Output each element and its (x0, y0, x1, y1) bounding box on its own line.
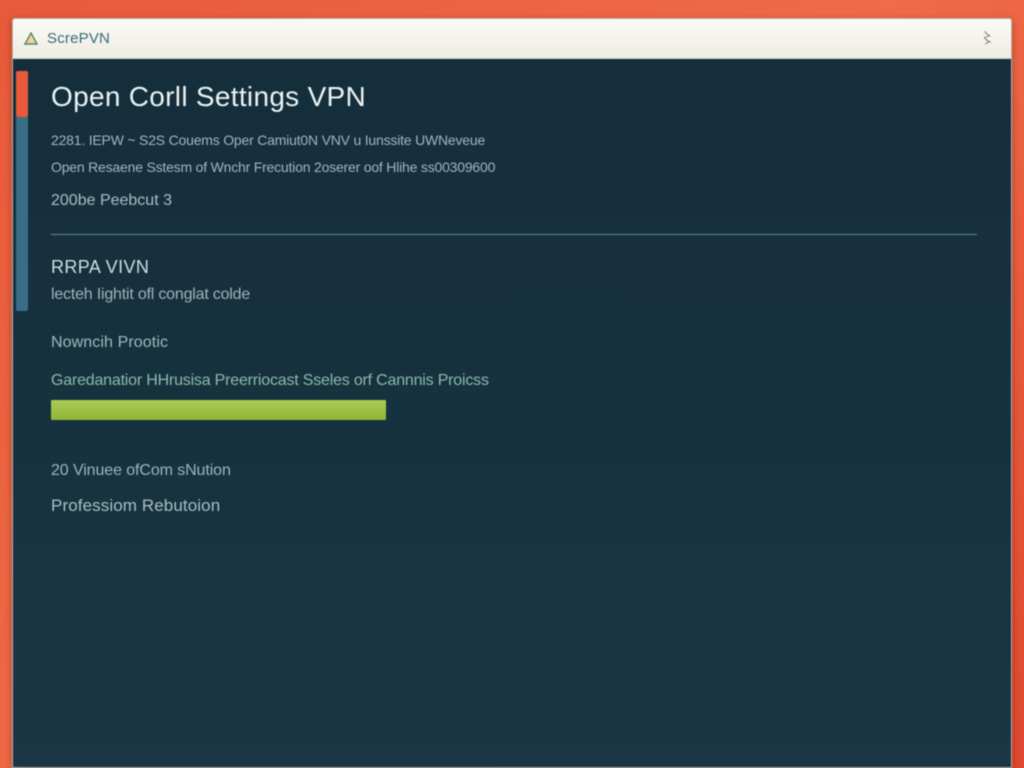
status-line: 200be Peebcut 3 (51, 192, 977, 210)
app-window: ScrePVN 〻 Open Corll Settings VPN 2281. … (12, 18, 1012, 768)
titlebar: ScrePVN 〻 (13, 19, 1011, 59)
scroll-thumb-lower[interactable] (16, 117, 28, 311)
titlebar-control-icon[interactable]: 〻 (980, 31, 1001, 46)
content-area: Open Corll Settings VPN 2281. IEPW ~ S2S… (13, 59, 1011, 767)
group-label: Nowncih Prootic (51, 334, 977, 352)
footer-line-2: Professiom Rebutoion (51, 496, 977, 516)
scroll-thumb-accent[interactable] (16, 71, 28, 117)
page-title: Open Corll Settings VPN (51, 81, 977, 113)
scrollbar[interactable] (13, 59, 33, 767)
footer-line-1: 20 Vinuee ofCom sNution (51, 462, 977, 480)
section-link[interactable]: Garedanatior HHrusisa Preerriocast Ssele… (51, 372, 977, 390)
section-title: RRPA VIVN (51, 257, 977, 278)
main-panel: Open Corll Settings VPN 2281. IEPW ~ S2S… (33, 59, 1011, 767)
detail-line-1: 2281. IEPW ~ S2S Couems Oper Camiut0N VN… (51, 127, 977, 154)
app-logo-icon (23, 31, 39, 47)
detail-line-2: Open Resaene Sstesm of Wnchr Frecution 2… (51, 154, 977, 181)
progress-bar (51, 400, 386, 420)
divider (51, 234, 977, 235)
section-description: lecteh Iightit ofl conglat colde (51, 286, 977, 304)
app-title: ScrePVN (47, 30, 110, 47)
